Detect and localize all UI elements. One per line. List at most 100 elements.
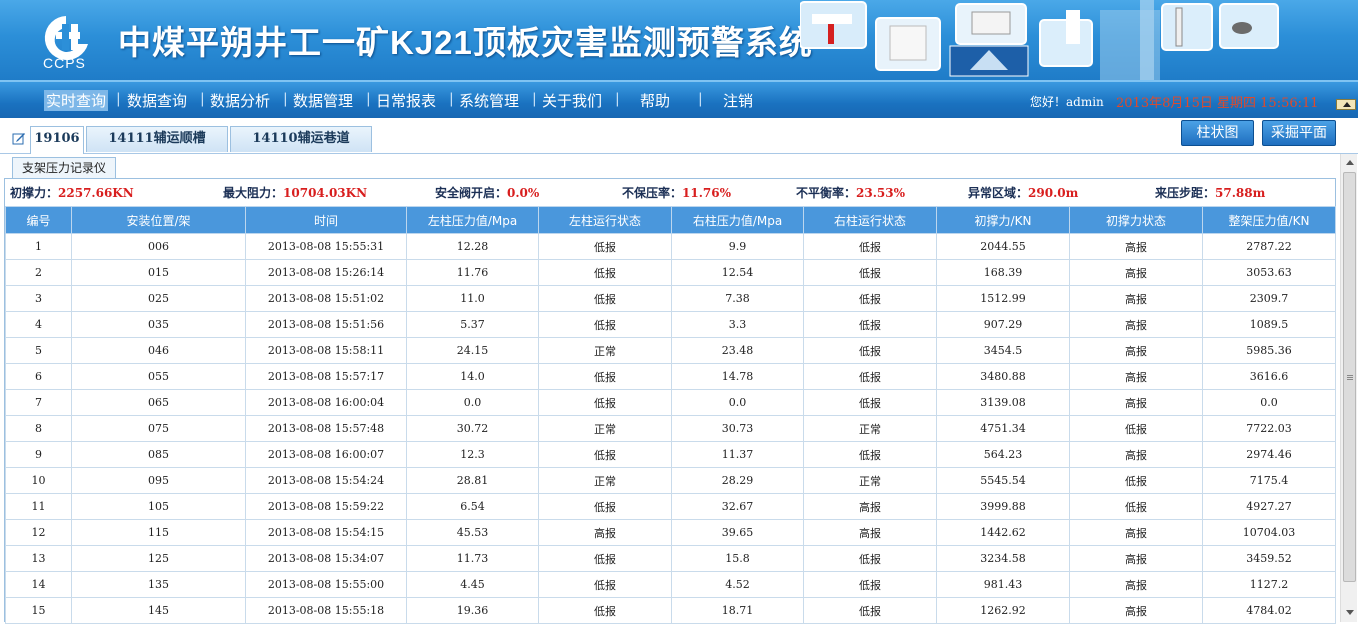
table-cell: 115 [71, 519, 246, 546]
equipment-illustration [800, 0, 1279, 80]
table-row[interactable]: 2 015 2013-08-08 15:26:14 11.76 低报 12.54 低报 168… [5, 259, 1336, 286]
table-cell: 2044.55 [936, 233, 1070, 260]
table-cell: 39.65 [671, 519, 804, 546]
table-cell: 9 [5, 441, 72, 468]
tab-14110[interactable]: 14110辅运巷道 [230, 126, 372, 152]
table-cell: 0.0 [406, 389, 539, 416]
table-row[interactable]: 8 075 2013-08-08 15:57:48 30.72 正常 30.73 正常 475… [5, 415, 1336, 442]
user-greeting: 您好！admin [1030, 95, 1104, 109]
table-cell: 15.8 [671, 545, 804, 572]
stat-abnormal-area: 异常区域：290.0m [968, 186, 1079, 200]
table-row[interactable]: 15 145 2013-08-08 15:55:18 19.36 低报 18.71 低报 12… [5, 597, 1336, 624]
stat-safety-valve-open: 安全阀开启：0.0% [435, 186, 540, 200]
table-cell: 28.81 [406, 467, 539, 494]
table-cell: 23.48 [671, 337, 804, 364]
table-row[interactable]: 3 025 2013-08-08 15:51:02 11.0 低报 7.38 低报 1512.… [5, 285, 1336, 312]
table-cell: 055 [71, 363, 246, 390]
table-cell: 3234.58 [936, 545, 1070, 572]
status-cell: 正常 [538, 337, 672, 364]
table-row[interactable]: 11 105 2013-08-08 15:59:22 6.54 低报 32.67 高报 399… [5, 493, 1336, 520]
status-cell: 低报 [538, 259, 672, 286]
collapse-header-button[interactable] [1336, 99, 1356, 110]
vertical-scrollbar[interactable] [1340, 154, 1357, 622]
table-cell: 10704.03 [1202, 519, 1336, 546]
table-cell: 2013-08-08 15:59:22 [245, 493, 407, 520]
scroll-up-icon[interactable] [1343, 157, 1356, 170]
status-cell: 高报 [1069, 389, 1203, 416]
nav-separator: | [615, 91, 620, 107]
nav-daily-report[interactable]: 日常报表 [376, 90, 436, 111]
table-row[interactable]: 14 135 2013-08-08 15:55:00 4.45 低报 4.52 低报 981.… [5, 571, 1336, 598]
status-cell: 低报 [803, 571, 937, 598]
status-cell: 高报 [1069, 545, 1203, 572]
table-cell: 145 [71, 597, 246, 624]
status-cell: 低报 [538, 311, 672, 338]
table-row[interactable]: 4 035 2013-08-08 15:51:56 5.37 低报 3.3 低报 907.29… [5, 311, 1336, 338]
table-cell: 30.73 [671, 415, 804, 442]
support-pressure-table: 编号 安装位置/架 时间 左柱压力值/Mpa 左柱运行状态 右柱压力值/Mpa 右柱运行状态… [5, 206, 1336, 624]
face-plan-button[interactable]: 采掘平面 [1262, 120, 1336, 146]
table-cell: 2013-08-08 15:55:18 [245, 597, 407, 624]
status-cell: 高报 [1069, 441, 1203, 468]
table-cell: 981.43 [936, 571, 1070, 598]
subtab-support-pressure-recorder[interactable]: 支架压力记录仪 [12, 157, 116, 179]
table-cell: 1442.62 [936, 519, 1070, 546]
nav-help[interactable]: 帮助 [640, 90, 670, 111]
table-cell: 2309.7 [1202, 285, 1336, 312]
status-cell: 高报 [1069, 363, 1203, 390]
nav-data-management[interactable]: 数据管理 [293, 90, 353, 111]
table-cell: 4.52 [671, 571, 804, 598]
table-cell: 2013-08-08 16:00:07 [245, 441, 407, 468]
table-cell: 065 [71, 389, 246, 416]
nav-about-us[interactable]: 关于我们 [542, 90, 602, 111]
table-cell: 5985.36 [1202, 337, 1336, 364]
scroll-thumb[interactable] [1343, 172, 1356, 582]
status-cell: 低报 [538, 233, 672, 260]
status-cell: 高报 [1069, 571, 1203, 598]
bar-chart-button[interactable]: 柱状图 [1181, 120, 1254, 146]
table-row[interactable]: 7 065 2013-08-08 16:00:04 0.0 低报 0.0 低报 3139.08… [5, 389, 1336, 416]
table-cell: 1262.92 [936, 597, 1070, 624]
table-cell: 3 [5, 285, 72, 312]
table-cell: 4751.34 [936, 415, 1070, 442]
table-cell: 11.76 [406, 259, 539, 286]
nav-logout[interactable]: 注销 [723, 90, 753, 111]
table-row[interactable]: 12 115 2013-08-08 15:54:15 45.53 高报 39.65 高报 14… [5, 519, 1336, 546]
table-cell: 0.0 [671, 389, 804, 416]
status-cell: 高报 [803, 493, 937, 520]
table-row[interactable]: 5 046 2013-08-08 15:58:11 24.15 正常 23.48 低报 345… [5, 337, 1336, 364]
status-cell: 低报 [803, 285, 937, 312]
nav-separator: | [116, 91, 121, 107]
table-row[interactable]: 13 125 2013-08-08 15:34:07 11.73 低报 15.8 低报 323… [5, 545, 1336, 572]
tab-19106[interactable]: 19106 [30, 126, 84, 154]
table-cell: 6 [5, 363, 72, 390]
nav-data-analysis[interactable]: 数据分析 [210, 90, 270, 111]
table-row[interactable]: 6 055 2013-08-08 15:57:17 14.0 低报 14.78 低报 3480… [5, 363, 1336, 390]
status-cell: 低报 [803, 311, 937, 338]
nav-realtime-query[interactable]: 实时查询 [44, 90, 109, 111]
edit-icon[interactable] [12, 131, 26, 145]
table-cell: 2013-08-08 15:51:02 [245, 285, 407, 312]
table-cell: 1089.5 [1202, 311, 1336, 338]
tab-14111[interactable]: 14111辅运顺槽 [86, 126, 228, 152]
table-cell: 2013-08-08 15:54:15 [245, 519, 407, 546]
table-cell: 006 [71, 233, 246, 260]
scroll-down-icon[interactable] [1343, 606, 1356, 619]
table-cell: 7.38 [671, 285, 804, 312]
status-cell: 高报 [1069, 233, 1203, 260]
status-cell: 正常 [538, 415, 672, 442]
column-header: 右柱压力值/Mpa [671, 206, 804, 234]
status-cell: 低报 [538, 389, 672, 416]
nav-data-query[interactable]: 数据查询 [127, 90, 187, 111]
nav-separator: | [698, 91, 703, 107]
nav-separator: | [283, 91, 288, 107]
table-cell: 2013-08-08 16:00:04 [245, 389, 407, 416]
table-row[interactable]: 1 006 2013-08-08 15:55:31 12.28 低报 9.9 低报 2044.… [5, 233, 1336, 260]
table-cell: 0.0 [1202, 389, 1336, 416]
nav-system-management[interactable]: 系统管理 [459, 90, 519, 111]
table-row[interactable]: 10 095 2013-08-08 15:54:24 28.81 正常 28.29 正常 55… [5, 467, 1336, 494]
app-title: 中煤平朔井工一矿KJ21顶板灾害监测预警系统 [118, 24, 813, 61]
table-cell: 24.15 [406, 337, 539, 364]
table-row[interactable]: 9 085 2013-08-08 16:00:07 12.3 低报 11.37 低报 564.… [5, 441, 1336, 468]
table-cell: 4.45 [406, 571, 539, 598]
